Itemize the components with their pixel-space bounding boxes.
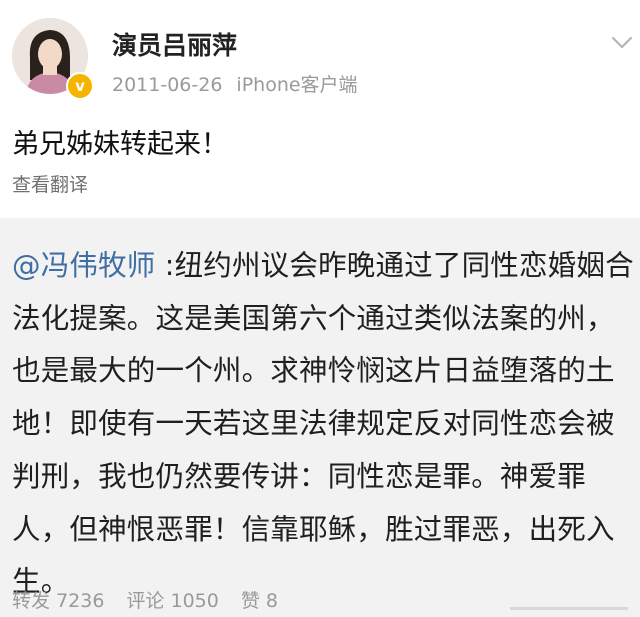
post-meta: 2011-06-26 iPhone客户端 [112,70,358,97]
comment-button[interactable]: 评论 1050 [126,590,218,612]
username[interactable]: 演员吕丽萍 [112,26,237,62]
watermark [510,607,628,610]
like-count: 8 [265,590,278,612]
comment-count: 1050 [170,590,219,612]
post-header: v 演员吕丽萍 2011-06-26 iPhone客户端 [0,0,640,108]
quoted-stats: 转发 7236 评论 1050 赞 8 [12,586,278,613]
repost-button[interactable]: 转发 7236 [12,590,104,612]
translate-link[interactable]: 查看翻译 [12,170,88,197]
verified-badge-icon: v [66,72,94,100]
quoted-body: :纽约州议会昨晚通过了同性恋婚姻合法化提案。这是美国第六个通过类似法案的州，也是… [12,249,634,599]
post-source: iPhone客户端 [236,74,358,96]
quoted-text: @冯伟牧师 :纽约州议会昨晚通过了同性恋婚姻合法化提案。这是美国第六个通过类似法… [12,240,640,609]
like-button[interactable]: 赞 8 [241,590,278,612]
repost-label: 转发 [12,590,51,612]
quoted-post[interactable]: @冯伟牧师 :纽约州议会昨晚通过了同性恋婚姻合法化提案。这是美国第六个通过类似法… [0,218,640,617]
comment-label: 评论 [126,590,165,612]
mention-link[interactable]: @冯伟牧师 [12,249,156,282]
post-date: 2011-06-26 [112,74,223,96]
repost-count: 7236 [56,590,105,612]
chevron-down-icon[interactable] [608,28,636,56]
post-text: 弟兄姊妹转起来！ [12,129,228,160]
like-label: 赞 [240,590,260,612]
